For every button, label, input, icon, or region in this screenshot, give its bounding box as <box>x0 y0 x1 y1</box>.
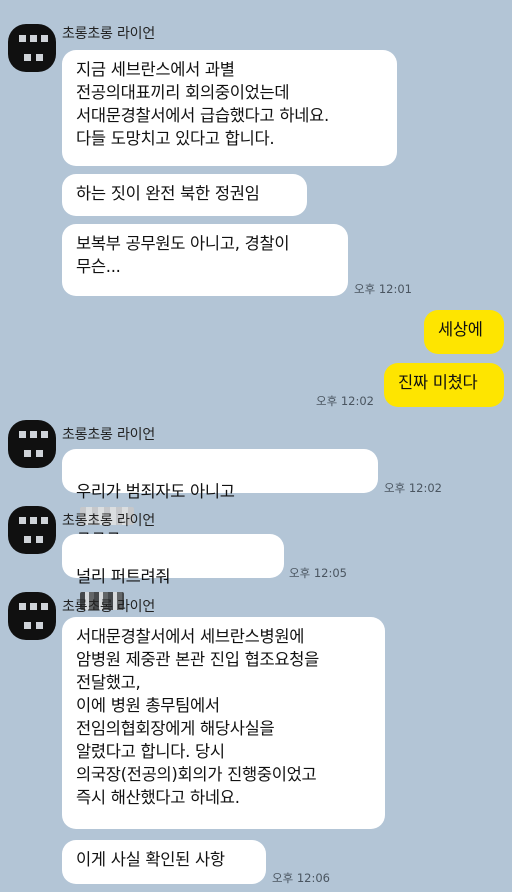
message-bubble[interactable]: 널리 퍼트려줘 ㅠ <box>62 534 284 632</box>
profile-avatar[interactable] <box>8 506 56 554</box>
message-text: 우리가 범죄자도 아니고 <box>76 482 235 501</box>
message-bubble[interactable]: 보복부 공무원도 아니고, 경찰이 무슨... <box>62 224 348 296</box>
my-message-bubble[interactable]: 세상에 <box>424 310 504 354</box>
profile-avatar[interactable] <box>8 592 56 640</box>
message-text: 널리 퍼트려줘 <box>76 567 171 586</box>
profile-avatar[interactable] <box>8 24 56 72</box>
sender-name: 초롱초롱 라이언 <box>62 427 156 443</box>
chat-room: 초롱초롱 라이언 지금 세브란스에서 과별 전공의대표끼리 회의중이었는데 서대… <box>0 0 512 892</box>
message-time: 오후 12:05 <box>289 566 347 580</box>
message-time: 오후 12:06 <box>272 871 330 885</box>
sender-name: 초롱초롱 라이언 <box>62 599 156 615</box>
message-bubble[interactable]: 하는 짓이 완전 북한 정권임 <box>62 174 307 216</box>
profile-avatar[interactable] <box>8 420 56 468</box>
message-time: 오후 12:01 <box>354 282 412 296</box>
sender-name: 초롱초롱 라이언 <box>62 26 156 42</box>
message-bubble[interactable]: 서대문경찰서에서 세브란스병원에 암병원 제중관 본관 진입 협조요청을 전달했… <box>62 617 385 829</box>
sender-name: 초롱초롱 라이언 <box>62 513 156 529</box>
message-time: 오후 12:02 <box>316 394 374 408</box>
message-bubble[interactable]: 우리가 범죄자도 아니고 ㅋㅋㅋ <box>62 449 378 547</box>
message-time: 오후 12:02 <box>384 481 442 495</box>
my-message-bubble[interactable]: 진짜 미쳤다 <box>384 363 504 407</box>
message-bubble[interactable]: 지금 세브란스에서 과별 전공의대표끼리 회의중이었는데 서대문경찰서에서 급습… <box>62 50 397 166</box>
message-bubble[interactable]: 이게 사실 확인된 사항 <box>62 840 266 884</box>
